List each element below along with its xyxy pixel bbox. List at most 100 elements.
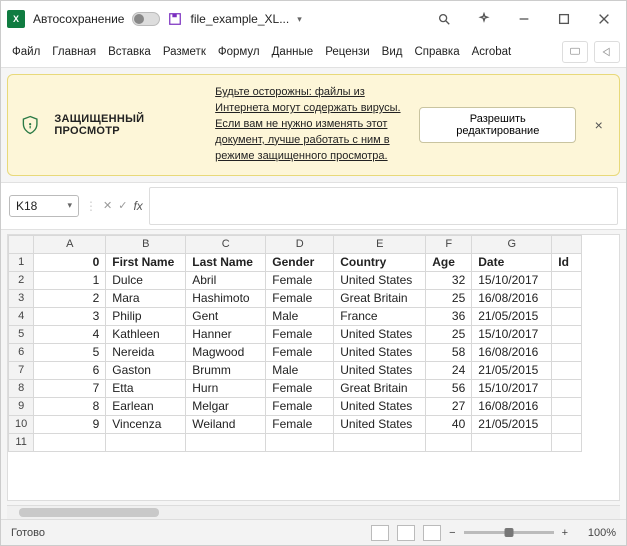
cell[interactable]: 5	[34, 343, 106, 361]
col-header[interactable]	[552, 235, 582, 253]
view-normal-icon[interactable]	[371, 525, 389, 541]
cell[interactable]: Magwood	[186, 343, 266, 361]
cell[interactable]: 16/08/2016	[472, 289, 552, 307]
col-header[interactable]: B	[106, 235, 186, 253]
row-header[interactable]: 5	[9, 325, 34, 343]
cell[interactable]: Date	[472, 253, 552, 271]
row-header[interactable]: 9	[9, 397, 34, 415]
col-header[interactable]: E	[334, 235, 426, 253]
cell[interactable]: 21/05/2015	[472, 307, 552, 325]
cell[interactable]: 56	[426, 379, 472, 397]
cell[interactable]: Dulce	[106, 271, 186, 289]
maximize-button[interactable]	[548, 5, 580, 33]
cell[interactable]: Female	[266, 397, 334, 415]
zoom-in-icon[interactable]: +	[562, 527, 568, 539]
cell[interactable]: 4	[34, 325, 106, 343]
autosave-toggle[interactable]	[132, 12, 160, 26]
cell[interactable]	[552, 397, 582, 415]
share-icon[interactable]	[594, 41, 620, 63]
cell[interactable]: Gender	[266, 253, 334, 271]
cell[interactable]: 27	[426, 397, 472, 415]
fx-icon[interactable]: fx	[133, 199, 142, 213]
cell[interactable]	[552, 379, 582, 397]
comments-icon[interactable]	[562, 41, 588, 63]
cell[interactable]: Mara	[106, 289, 186, 307]
accept-formula-icon[interactable]: ✓	[118, 199, 127, 212]
sparkle-icon[interactable]	[468, 5, 500, 33]
cell[interactable]: 3	[34, 307, 106, 325]
cell[interactable]: Country	[334, 253, 426, 271]
row-header[interactable]: 4	[9, 307, 34, 325]
tab-help[interactable]: Справка	[409, 42, 464, 62]
cell[interactable]: 25	[426, 289, 472, 307]
row-header[interactable]: 11	[9, 433, 34, 451]
cell[interactable]: Male	[266, 361, 334, 379]
cell[interactable]: Melgar	[186, 397, 266, 415]
cell[interactable]: Female	[266, 271, 334, 289]
chevron-down-icon[interactable]: ▾	[297, 14, 302, 25]
cell[interactable]: Great Britain	[334, 379, 426, 397]
cell[interactable]: 15/10/2017	[472, 325, 552, 343]
tab-layout[interactable]: Разметк	[158, 42, 211, 62]
minimize-button[interactable]	[508, 5, 540, 33]
cell[interactable]: Last Name	[186, 253, 266, 271]
cell[interactable]: 9	[34, 415, 106, 433]
formula-input[interactable]	[149, 187, 618, 225]
cell[interactable]: 25	[426, 325, 472, 343]
cell[interactable]: France	[334, 307, 426, 325]
cell[interactable]	[552, 415, 582, 433]
cell[interactable]	[552, 271, 582, 289]
horizontal-scrollbar[interactable]	[7, 505, 620, 519]
cell[interactable]: 21/05/2015	[472, 415, 552, 433]
enable-editing-button[interactable]: Разрешить редактирование	[419, 107, 576, 143]
tab-formulas[interactable]: Формул	[213, 42, 265, 62]
cell[interactable]: Gent	[186, 307, 266, 325]
cell[interactable]: United States	[334, 415, 426, 433]
cell[interactable]: Weiland	[186, 415, 266, 433]
cell[interactable]: Philip	[106, 307, 186, 325]
cell[interactable]	[552, 361, 582, 379]
cell[interactable]: 7	[34, 379, 106, 397]
row-header[interactable]: 3	[9, 289, 34, 307]
cell[interactable]: Gaston	[106, 361, 186, 379]
col-header[interactable]: F	[426, 235, 472, 253]
tab-file[interactable]: Файл	[7, 42, 45, 62]
cell[interactable]: First Name	[106, 253, 186, 271]
col-header[interactable]: C	[186, 235, 266, 253]
tab-home[interactable]: Главная	[47, 42, 101, 62]
cell[interactable]: Female	[266, 289, 334, 307]
zoom-out-icon[interactable]: −	[449, 527, 455, 539]
cell[interactable]: 58	[426, 343, 472, 361]
row-header[interactable]: 1	[9, 253, 34, 271]
row-header[interactable]: 6	[9, 343, 34, 361]
cell[interactable]: 32	[426, 271, 472, 289]
cell[interactable]	[552, 307, 582, 325]
cell[interactable]: 15/10/2017	[472, 271, 552, 289]
cell[interactable]: Female	[266, 343, 334, 361]
tab-acrobat[interactable]: Acrobat	[467, 42, 517, 62]
zoom-percent[interactable]: 100%	[576, 527, 616, 539]
cell[interactable]: Brumm	[186, 361, 266, 379]
cell[interactable]: United States	[334, 343, 426, 361]
corner-cell[interactable]	[9, 235, 34, 253]
cell[interactable]: United States	[334, 271, 426, 289]
cell[interactable]: 15/10/2017	[472, 379, 552, 397]
cell[interactable]: 8	[34, 397, 106, 415]
col-header[interactable]: A	[34, 235, 106, 253]
tab-insert[interactable]: Вставка	[103, 42, 156, 62]
col-header[interactable]: G	[472, 235, 552, 253]
banner-message[interactable]: Будьте осторожны: файлы из Интернета мог…	[215, 85, 405, 165]
cell[interactable]: 6	[34, 361, 106, 379]
cell[interactable]: Id	[552, 253, 582, 271]
cell[interactable]: United States	[334, 361, 426, 379]
tab-view[interactable]: Вид	[377, 42, 408, 62]
cell[interactable]: 24	[426, 361, 472, 379]
zoom-slider[interactable]	[464, 531, 554, 534]
cell[interactable]: Kathleen	[106, 325, 186, 343]
col-header[interactable]: D	[266, 235, 334, 253]
cell[interactable]: Hashimoto	[186, 289, 266, 307]
view-pagelayout-icon[interactable]	[397, 525, 415, 541]
cell[interactable]: 16/08/2016	[472, 343, 552, 361]
save-icon[interactable]	[168, 12, 182, 26]
view-pagebreak-icon[interactable]	[423, 525, 441, 541]
